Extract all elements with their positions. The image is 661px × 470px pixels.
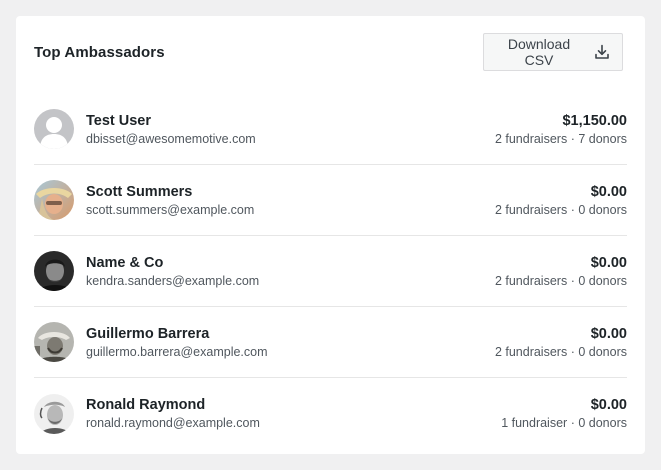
meta-separator: ·: [570, 273, 575, 288]
fundraiser-count: 2 fundraisers: [494, 131, 568, 146]
ambassador-info: Scott Summers scott.summers@example.com: [86, 184, 495, 217]
ambassador-meta: 2 fundraisers · 0 donors: [495, 203, 627, 217]
ambassador-meta: 1 fundraiser · 0 donors: [501, 416, 627, 430]
fundraiser-count: 2 fundraisers: [494, 344, 568, 359]
photo-avatar: [34, 393, 74, 434]
ambassador-email: guillermo.barrera@example.com: [86, 344, 268, 359]
ambassador-amount: $0.00: [590, 397, 627, 413]
meta-separator: ·: [570, 131, 575, 146]
card-title: Top Ambassadors: [34, 43, 165, 61]
ambassador-meta: 2 fundraisers · 0 donors: [495, 274, 627, 288]
ambassador-list: Test User dbisset@awesomemotive.com $1,1…: [34, 94, 627, 449]
meta-separator: ·: [570, 344, 575, 359]
meta-separator: ·: [570, 416, 575, 430]
ambassador-name: Ronald Raymond: [86, 397, 206, 413]
card-header: Top Ambassadors Download CSV: [34, 32, 623, 72]
ambassador-row: Guillermo Barrera guillermo.barrera@exam…: [34, 307, 627, 378]
ambassador-stats: $0.00 2 fundraisers · 0 donors: [495, 326, 627, 359]
ambassador-email: scott.summers@example.com: [86, 202, 255, 217]
ambassador-info: Test User dbisset@awesomemotive.com: [86, 113, 495, 146]
ambassador-amount: $0.00: [590, 254, 627, 271]
donor-count: 0 donors: [578, 416, 627, 430]
ambassador-info: Ronald Raymond ronald.raymond@example.co…: [86, 397, 501, 430]
ambassador-row: Test User dbisset@awesomemotive.com $1,1…: [34, 94, 627, 165]
ambassador-name: Scott Summers: [86, 183, 193, 200]
ambassador-amount: $0.00: [590, 183, 627, 200]
ambassador-row: Name & Co kendra.sanders@example.com $0.…: [34, 236, 627, 307]
default-avatar: [34, 109, 74, 149]
donor-count: 0 donors: [578, 202, 627, 217]
top-ambassadors-card: Top Ambassadors Download CSV Test User d…: [16, 16, 645, 454]
ambassador-meta: 2 fundraisers · 0 donors: [495, 345, 627, 359]
photo-avatar: [34, 251, 74, 291]
fundraiser-count: 2 fundraisers: [494, 273, 568, 288]
fundraiser-count: 2 fundraisers: [494, 202, 568, 217]
download-csv-button[interactable]: Download CSV: [483, 33, 623, 71]
ambassador-info: Name & Co kendra.sanders@example.com: [86, 255, 495, 288]
ambassador-email: kendra.sanders@example.com: [86, 273, 260, 288]
donor-count: 7 donors: [578, 131, 627, 146]
ambassador-stats: $0.00 1 fundraiser · 0 donors: [501, 397, 627, 430]
ambassador-name: Name & Co: [86, 254, 164, 271]
ambassador-amount: $1,150.00: [562, 112, 627, 129]
ambassador-name: Guillermo Barrera: [86, 325, 210, 342]
ambassador-row: Scott Summers scott.summers@example.com …: [34, 165, 627, 236]
ambassador-amount: $0.00: [590, 325, 627, 342]
ambassador-meta: 2 fundraisers · 7 donors: [495, 132, 627, 146]
photo-avatar: [34, 322, 74, 362]
ambassador-name: Test User: [86, 112, 152, 129]
donor-count: 0 donors: [578, 273, 627, 288]
ambassador-stats: $1,150.00 2 fundraisers · 7 donors: [495, 113, 627, 146]
ambassador-email: dbisset@awesomemotive.com: [86, 131, 256, 146]
ambassador-info: Guillermo Barrera guillermo.barrera@exam…: [86, 326, 495, 359]
download-icon: [594, 44, 610, 60]
photo-avatar: [34, 180, 74, 220]
ambassador-row: Ronald Raymond ronald.raymond@example.co…: [34, 378, 627, 449]
ambassador-stats: $0.00 2 fundraisers · 0 donors: [495, 184, 627, 217]
ambassador-email: ronald.raymond@example.com: [86, 416, 260, 430]
download-csv-label: Download CSV: [507, 36, 571, 68]
meta-separator: ·: [570, 202, 575, 217]
fundraiser-count: 1 fundraiser: [501, 416, 568, 430]
ambassador-stats: $0.00 2 fundraisers · 0 donors: [495, 255, 627, 288]
donor-count: 0 donors: [578, 344, 627, 359]
